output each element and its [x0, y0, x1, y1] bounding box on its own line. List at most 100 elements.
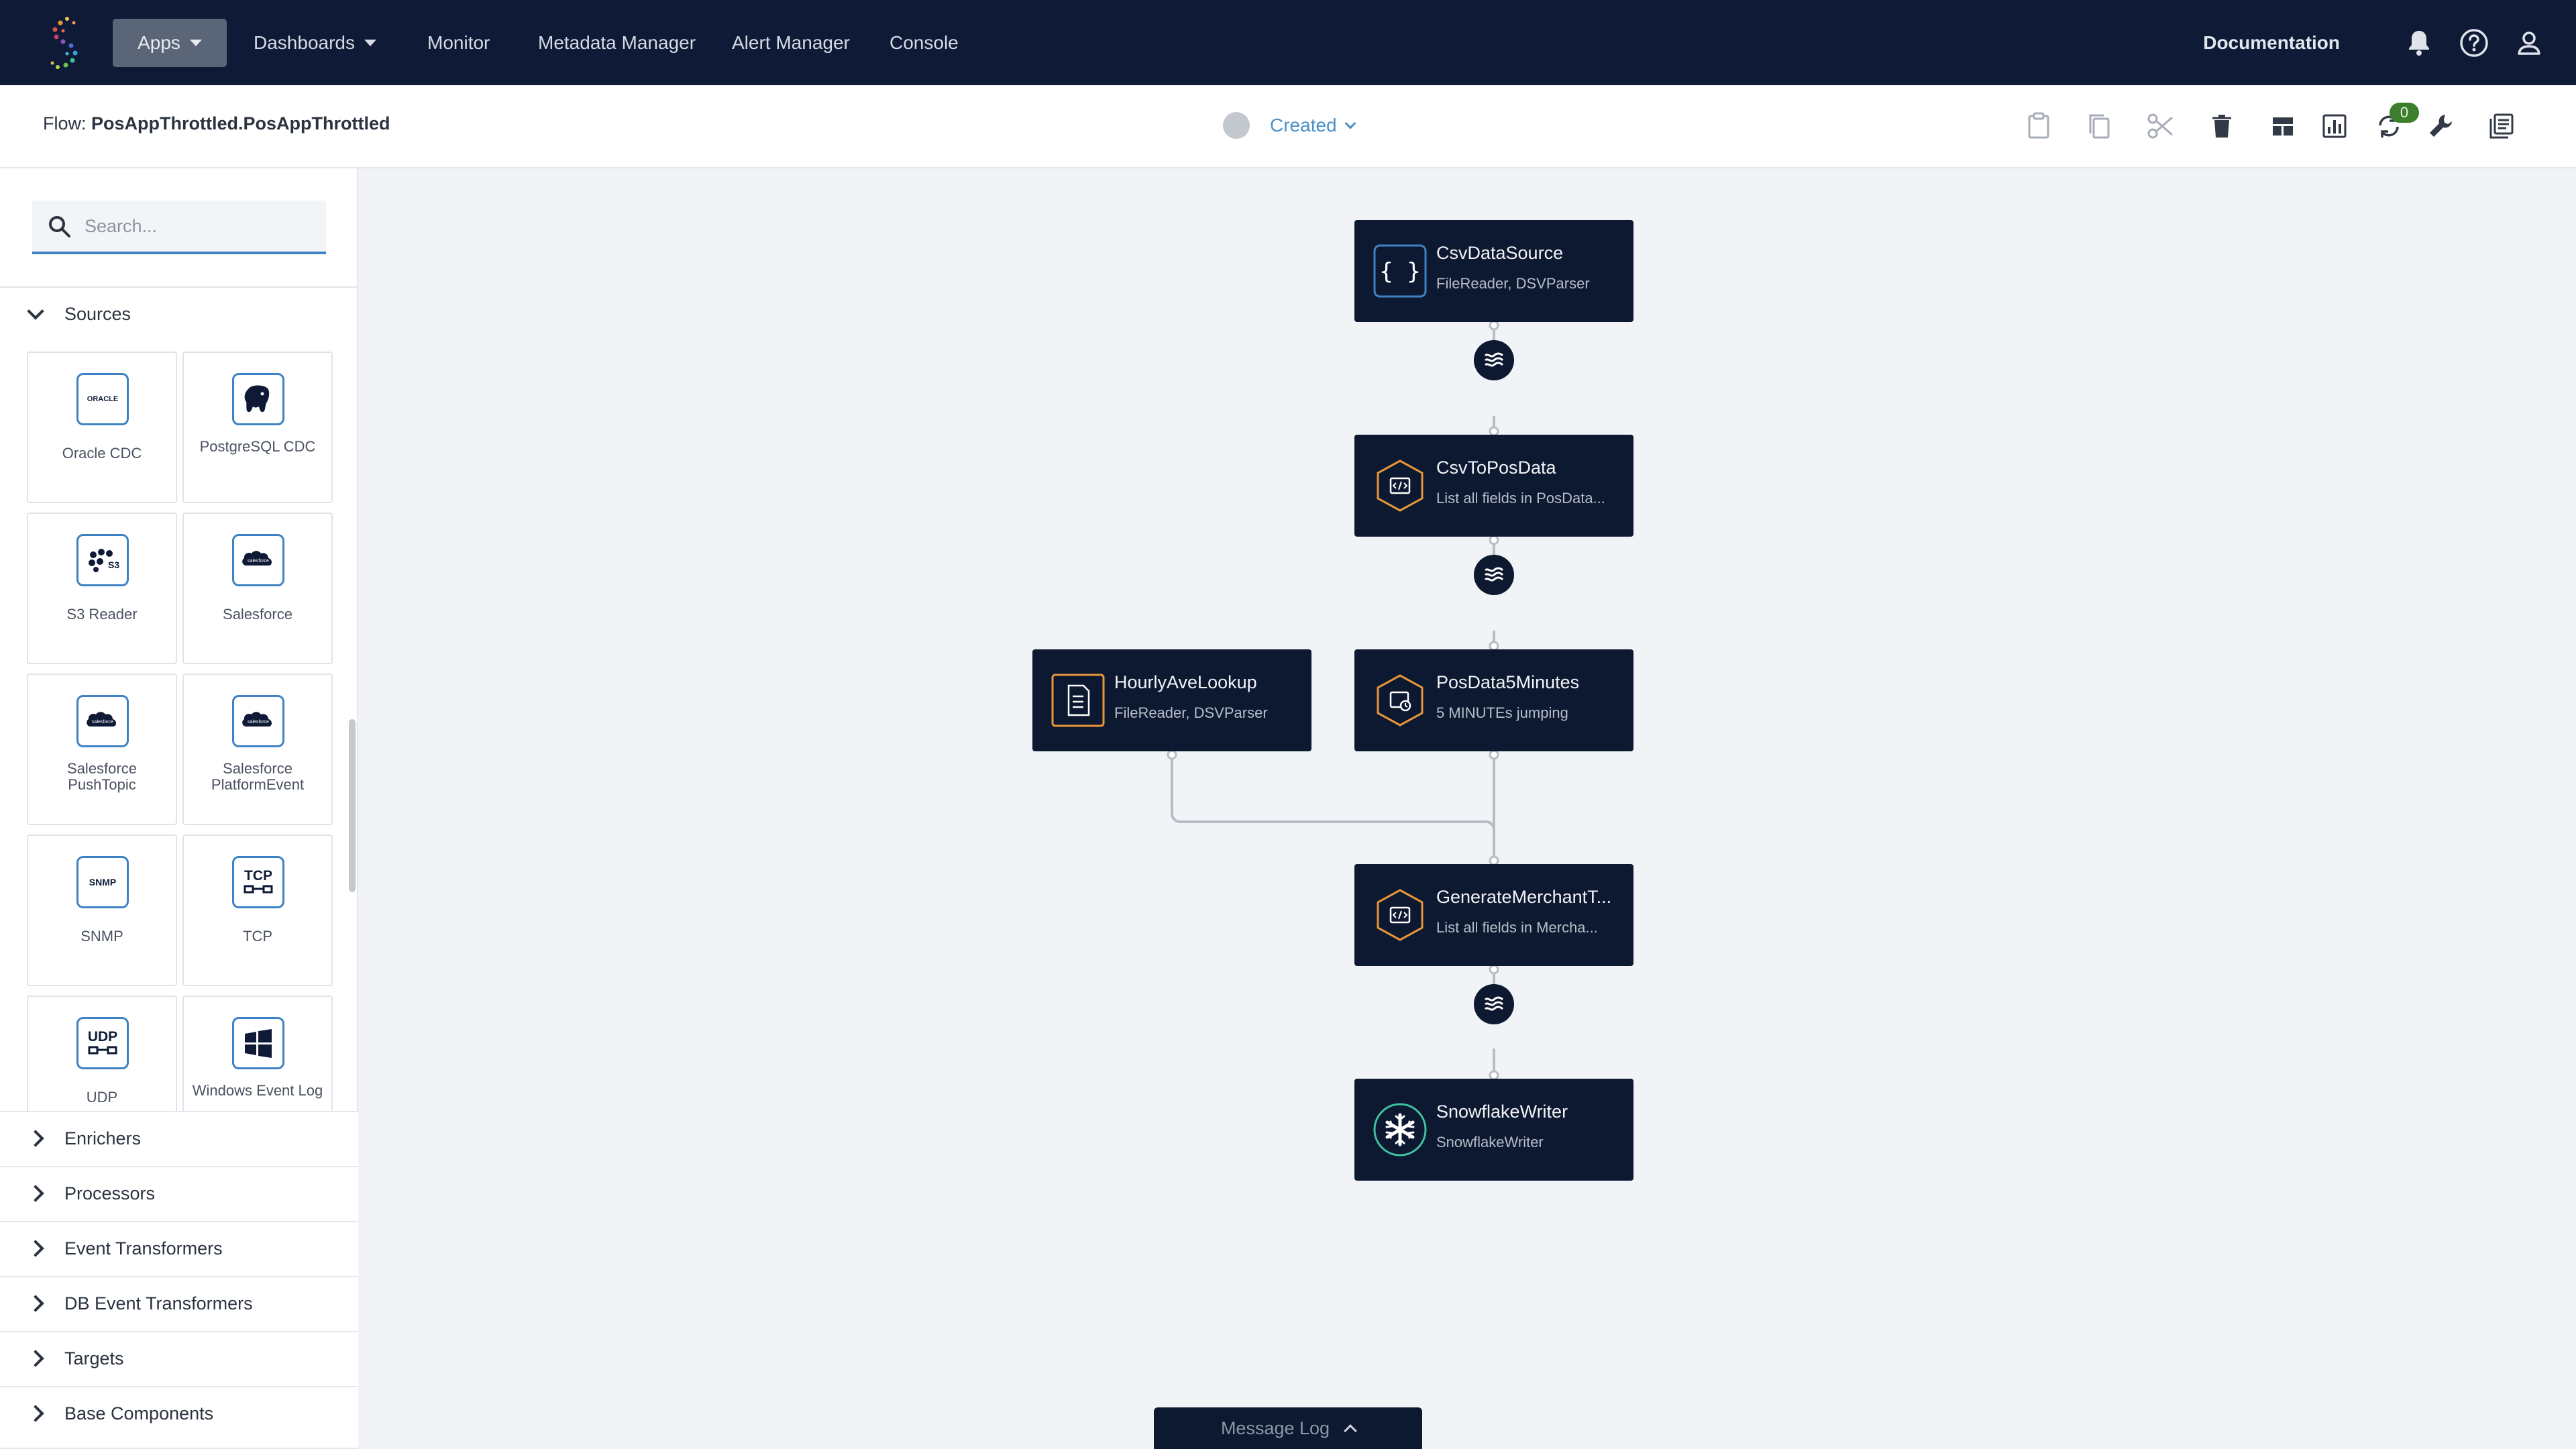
tile-oracle-cdc[interactable]: ORACLE Oracle CDC: [27, 352, 177, 503]
tile-udp[interactable]: UDP UDP: [27, 996, 177, 1113]
tile-salesforce-platformevent[interactable]: salesforce Salesforce PlatformEvent: [182, 674, 333, 825]
udp-icon-text: UDP: [88, 1029, 117, 1044]
tile-label: Windows Event Log: [192, 1082, 323, 1099]
message-log-toggle[interactable]: Message Log: [1154, 1407, 1422, 1449]
nav-monitor[interactable]: Monitor: [427, 19, 490, 67]
tile-label: Salesforce: [223, 606, 292, 623]
tile-tcp[interactable]: TCP TCP: [182, 835, 333, 986]
search-input[interactable]: [85, 201, 319, 252]
status-dropdown[interactable]: Created: [1270, 115, 1356, 136]
sidebar-scrollbar-thumb[interactable]: [349, 719, 356, 892]
layout-icon[interactable]: [2267, 111, 2298, 142]
tile-label: PostgreSQL CDC: [199, 438, 316, 455]
tile-label: SNMP: [80, 928, 123, 945]
copy-icon[interactable]: [2084, 111, 2115, 142]
tcp-icon: TCP: [244, 868, 273, 894]
bell-icon[interactable]: [2403, 27, 2435, 59]
node-hourly-ave-lookup[interactable]: HourlyAveLookup FileReader, DSVParser: [1032, 649, 1311, 751]
category-label: Enrichers: [64, 1128, 142, 1148]
tile-snmp[interactable]: SNMP SNMP: [27, 835, 177, 986]
chart-icon[interactable]: [2319, 111, 2350, 142]
wrench-icon[interactable]: [2425, 111, 2456, 142]
tile-label: UDP: [86, 1089, 118, 1106]
node-title: HourlyAveLookup: [1114, 672, 1257, 692]
tile-label: S3 Reader: [66, 606, 138, 623]
tile-salesforce-pushtopic[interactable]: salesforce Salesforce PushTopic: [27, 674, 177, 825]
chevron-right-icon: [27, 1295, 44, 1312]
node-title: CsvToPosData: [1436, 458, 1556, 478]
tcp-icon-text: TCP: [244, 868, 272, 883]
sources-section-header[interactable]: Sources: [0, 286, 358, 340]
tile-s3-reader[interactable]: S3 S3 Reader: [27, 513, 177, 664]
snmp-icon: SNMP: [89, 877, 117, 888]
node-subtitle: FileReader, DSVParser: [1436, 275, 1590, 292]
source-tiles: ORACLE Oracle CDC PostgreSQL CDC S3 S3 R…: [0, 341, 358, 1113]
node-title: PosData5Minutes: [1436, 672, 1580, 692]
flow-header-bar: Flow: PosAppThrottled.PosAppThrottled Cr…: [0, 85, 2576, 168]
tile-icon-frame: [232, 373, 284, 425]
chevron-right-icon: [27, 1405, 44, 1422]
nav-dashboards-label: Dashboards: [254, 32, 355, 53]
tile-salesforce[interactable]: salesforce Salesforce: [182, 513, 333, 664]
delete-icon[interactable]: [2206, 111, 2237, 142]
library-icon[interactable]: [2486, 111, 2517, 142]
tile-label: TCP: [243, 928, 272, 945]
node-subtitle: List all fields in PosData...: [1436, 490, 1605, 506]
chevron-right-icon: [27, 1130, 44, 1147]
node-pos-data-5-minutes[interactable]: PosData5Minutes 5 MINUTEs jumping: [1354, 649, 1633, 751]
salesforce-icon: salesforce: [87, 712, 117, 727]
postgresql-icon: [244, 385, 270, 413]
tile-windows-event-log[interactable]: Windows Event Log: [182, 996, 333, 1113]
tile-label: Oracle CDC: [62, 445, 142, 462]
tile-icon-frame: salesforce: [232, 534, 284, 586]
node-title: SnowflakeWriter: [1436, 1102, 1568, 1122]
windows-icon: [245, 1029, 272, 1058]
node-csv-data-source[interactable]: { } CsvDataSource FileReader, DSVParser: [1354, 220, 1633, 322]
category-label: Event Transformers: [64, 1238, 223, 1258]
salesforce-icon-text: salesforce: [248, 720, 269, 724]
nav-alert-manager[interactable]: Alert Manager: [732, 19, 850, 67]
caret-down-icon: [364, 40, 376, 46]
category-enrichers[interactable]: Enrichers: [0, 1111, 358, 1166]
node-generate-merchant[interactable]: GenerateMerchantT... List all fields in …: [1354, 864, 1633, 966]
tile-icon-frame: TCP: [232, 856, 284, 908]
category-base-components[interactable]: Base Components: [0, 1386, 358, 1449]
flow-canvas[interactable]: { } CsvDataSource FileReader, DSVParser …: [360, 170, 2576, 1449]
salesforce-icon-text: salesforce: [248, 559, 269, 564]
stream-connector[interactable]: [1474, 340, 1514, 380]
category-label: DB Event Transformers: [64, 1293, 253, 1313]
stream-wave-icon: [1484, 996, 1504, 1011]
chevron-right-icon: [27, 1240, 44, 1257]
user-account-icon[interactable]: [2513, 27, 2545, 59]
stream-wave-icon: [1484, 352, 1504, 367]
nav-metadata-manager[interactable]: Metadata Manager: [538, 19, 696, 67]
tile-icon-frame: UDP: [76, 1017, 129, 1069]
chevron-up-icon: [1344, 1424, 1357, 1438]
node-subtitle: List all fields in Mercha...: [1436, 919, 1598, 936]
nav-dashboards-menu[interactable]: Dashboards: [254, 19, 376, 67]
tile-label: Salesforce PushTopic: [67, 760, 137, 793]
tile-postgresql-cdc[interactable]: PostgreSQL CDC: [182, 352, 333, 503]
cut-icon[interactable]: [2145, 111, 2176, 142]
striim-logo-icon[interactable]: [47, 15, 83, 71]
node-title: GenerateMerchantT...: [1436, 887, 1612, 907]
notification-badge: 0: [2390, 103, 2419, 123]
node-snowflake-writer[interactable]: SnowflakeWriter SnowflakeWriter: [1354, 1079, 1633, 1181]
udp-icon: UDP: [88, 1029, 117, 1055]
node-csv-to-pos-data[interactable]: CsvToPosData List all fields in PosData.…: [1354, 435, 1633, 537]
nav-console[interactable]: Console: [890, 19, 959, 67]
json-source-icon: { }: [1373, 244, 1427, 298]
help-icon[interactable]: [2458, 27, 2490, 59]
category-label: Targets: [64, 1348, 124, 1368]
nav-documentation[interactable]: Documentation: [2203, 19, 2340, 67]
category-targets[interactable]: Targets: [0, 1331, 358, 1386]
category-db-event-transformers[interactable]: DB Event Transformers: [0, 1276, 358, 1331]
stream-connector[interactable]: [1474, 984, 1514, 1024]
s3-icon: S3: [89, 549, 119, 572]
stream-connector[interactable]: [1474, 555, 1514, 595]
category-event-transformers[interactable]: Event Transformers: [0, 1221, 358, 1276]
paste-icon[interactable]: [2023, 111, 2054, 142]
nav-apps-menu[interactable]: Apps: [113, 19, 227, 67]
flow-connectors: [1167, 320, 1499, 1081]
category-processors[interactable]: Processors: [0, 1166, 358, 1221]
